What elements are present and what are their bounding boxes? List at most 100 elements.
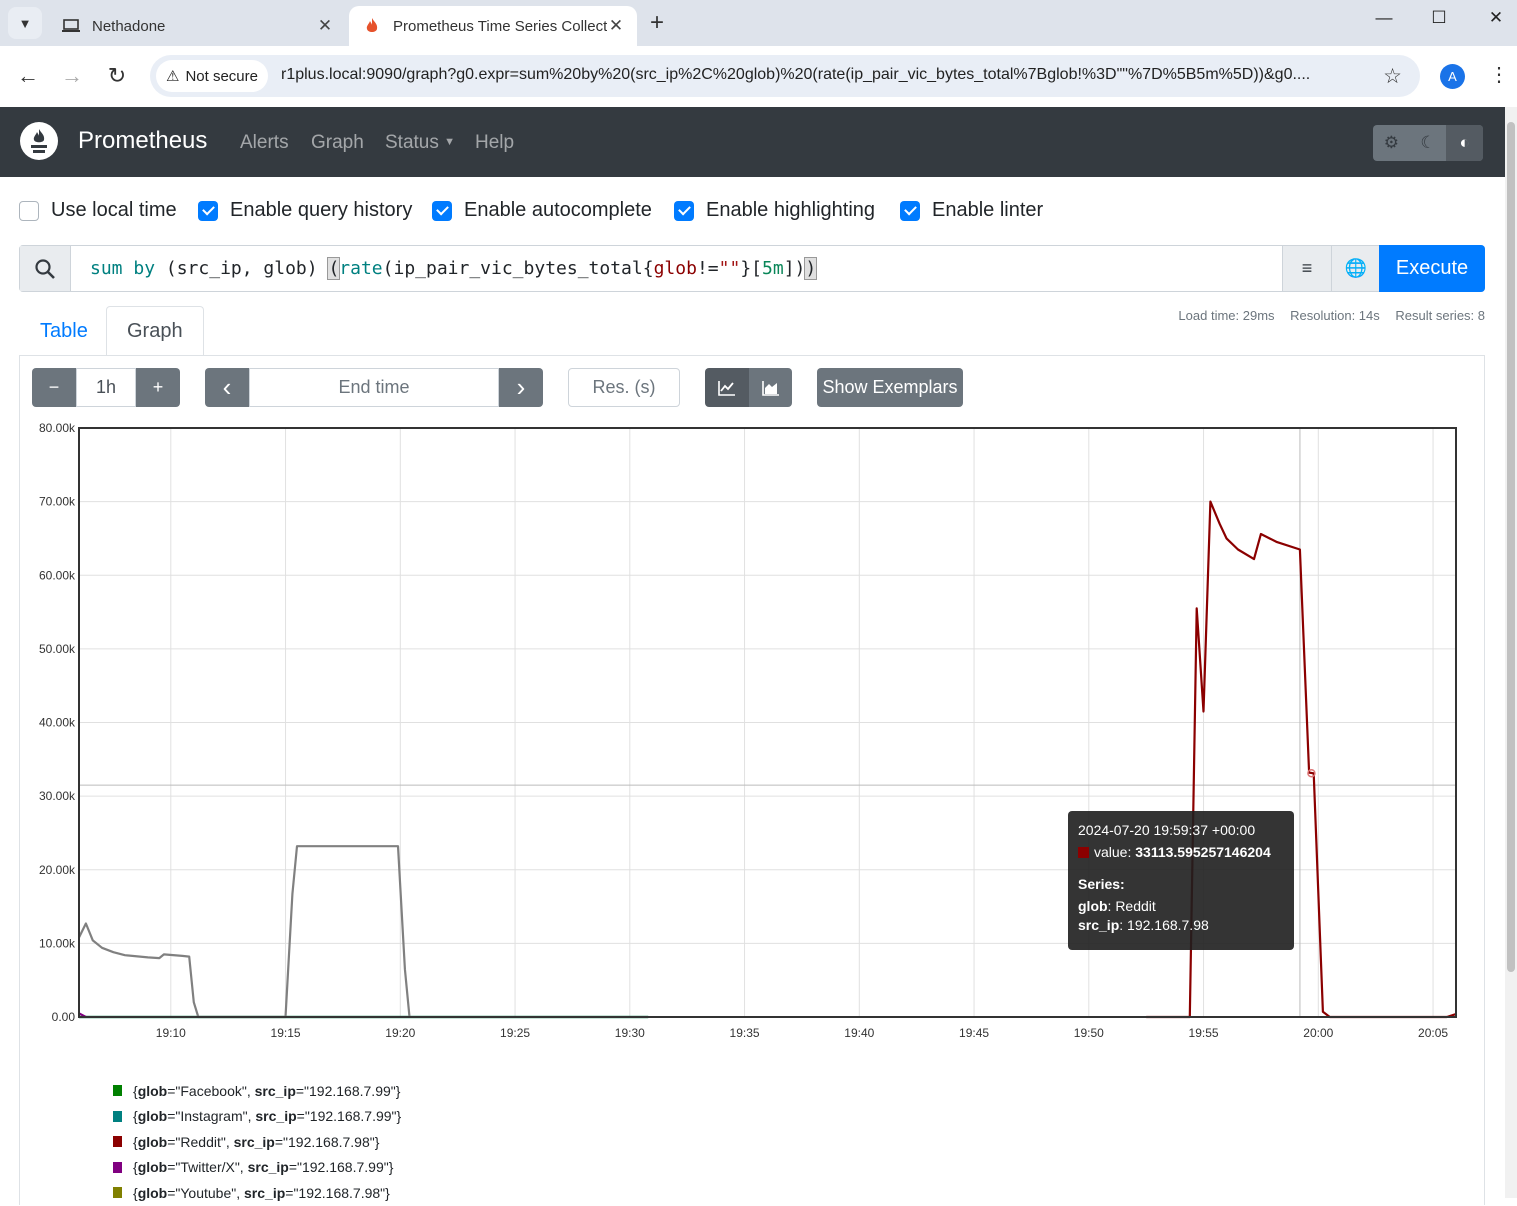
series-swatch bbox=[113, 1161, 122, 1173]
profile-avatar[interactable]: A bbox=[1440, 64, 1465, 89]
site-info-chip[interactable]: ⚠ Not secure bbox=[156, 60, 268, 92]
close-icon[interactable]: ✕ bbox=[607, 16, 625, 36]
line-chart-icon[interactable] bbox=[705, 368, 749, 407]
series-line bbox=[78, 845, 411, 1019]
legend-label: {glob="Reddit", src_ip="192.168.7.98"} bbox=[133, 1133, 380, 1150]
brand-title[interactable]: Prometheus bbox=[78, 127, 207, 155]
url-text[interactable]: r1plus.local:9090/graph?g0.expr=sum%20by… bbox=[281, 66, 1373, 84]
caret-down-icon: ▼ bbox=[444, 136, 456, 148]
option-label: Enable linter bbox=[932, 199, 1044, 221]
tooltip-time: 2024-07-20 19:59:37 +00:00 bbox=[1078, 822, 1256, 838]
series-swatch bbox=[113, 1110, 122, 1122]
y-tick-label: 30.00k bbox=[39, 789, 76, 803]
warning-icon: ⚠ bbox=[166, 68, 180, 85]
option-linter[interactable]: Enable linter bbox=[900, 199, 1043, 222]
page-scrollbar[interactable] bbox=[1505, 107, 1517, 1198]
laptop-icon bbox=[60, 16, 82, 36]
metrics-explorer-icon[interactable]: 🌐 bbox=[1331, 246, 1380, 291]
expression-input[interactable]: sum by (src_ip, glob) (rate(ip_pair_vic_… bbox=[90, 257, 818, 280]
query-stats: Load time: 29ms Resolution: 14s Result s… bbox=[1166, 308, 1485, 323]
range-input[interactable]: 1h bbox=[76, 368, 136, 407]
resolution-input[interactable]: Res. (s) bbox=[568, 368, 680, 407]
browser-menu-icon[interactable]: ⋮ bbox=[1489, 62, 1509, 87]
checkbox[interactable] bbox=[674, 200, 694, 221]
tab-table[interactable]: Table bbox=[20, 306, 108, 356]
nav-alerts[interactable]: Alerts bbox=[240, 132, 289, 154]
minimize-button[interactable]: — bbox=[1364, 8, 1404, 28]
series-heading-text: Series: bbox=[1078, 876, 1125, 892]
new-tab-button[interactable]: + bbox=[650, 10, 664, 36]
end-time-input[interactable]: End time bbox=[249, 368, 499, 407]
legend-item[interactable]: {glob="Twitter/X", src_ip="192.168.7.99"… bbox=[113, 1155, 401, 1181]
decrease-range-button[interactable]: − bbox=[32, 368, 76, 407]
y-tick-label: 60.00k bbox=[39, 568, 76, 582]
label-value: : 192.168.7.98 bbox=[1119, 917, 1209, 933]
tab-search-button[interactable]: ▼ bbox=[8, 7, 42, 39]
close-icon[interactable]: ✕ bbox=[316, 16, 334, 36]
tab-title: Prometheus Time Series Collect bbox=[393, 17, 607, 35]
format-expression-icon[interactable]: ≡ bbox=[1282, 246, 1331, 291]
legend-item[interactable]: {glob="Facebook", src_ip="192.168.7.99"} bbox=[113, 1078, 401, 1104]
option-highlighting[interactable]: Enable highlighting bbox=[674, 199, 875, 222]
tooltip-label-glob: glob: Reddit bbox=[1078, 898, 1284, 917]
legend-item[interactable]: {glob="Reddit", src_ip="192.168.7.98"} bbox=[113, 1129, 401, 1155]
x-tick-label: 20:05 bbox=[1418, 1026, 1448, 1040]
x-tick-label: 19:15 bbox=[271, 1026, 301, 1040]
expression-input-group: sum by (src_ip, glob) (rate(ip_pair_vic_… bbox=[19, 245, 1485, 292]
stacked-chart-icon[interactable] bbox=[749, 368, 792, 407]
maximize-button[interactable]: ☐ bbox=[1419, 8, 1459, 28]
time-series-chart[interactable]: 0.00 10.00k 20.00k 30.00k 40.00k 50.00k 60.00k… bbox=[20, 418, 1470, 1048]
nav-graph[interactable]: Graph bbox=[311, 132, 364, 154]
back-arrow-icon[interactable]: ← bbox=[12, 60, 44, 92]
legend-item[interactable]: {glob="Instagram", src_ip="192.168.7.99"… bbox=[113, 1104, 401, 1130]
contrast-icon[interactable]: ◐ bbox=[1446, 125, 1484, 161]
prometheus-logo-icon[interactable] bbox=[20, 122, 58, 160]
scrollbar-thumb[interactable] bbox=[1507, 122, 1515, 972]
x-tick-label: 19:45 bbox=[959, 1026, 989, 1040]
label-key: glob bbox=[1078, 898, 1108, 914]
moon-icon[interactable]: ☾ bbox=[1410, 125, 1447, 161]
tab-title: Nethadone bbox=[92, 17, 166, 35]
checkbox[interactable] bbox=[19, 200, 39, 221]
browser-tab-nethadone[interactable]: Nethadone ✕ bbox=[48, 6, 346, 46]
tooltip-label-src-ip: src_ip: 192.168.7.98 bbox=[1078, 917, 1284, 936]
option-use-local-time[interactable]: Use local time bbox=[19, 199, 177, 222]
previous-time-button[interactable]: ‹ bbox=[205, 368, 249, 407]
label-key: src_ip bbox=[1078, 917, 1120, 933]
checkbox[interactable] bbox=[198, 200, 218, 221]
bookmark-star-icon[interactable]: ☆ bbox=[1383, 64, 1402, 89]
x-tick-label: 20:00 bbox=[1303, 1026, 1333, 1040]
tab-graph[interactable]: Graph bbox=[106, 306, 204, 356]
reload-icon[interactable]: ↻ bbox=[101, 60, 133, 92]
legend-item[interactable]: {glob="Youtube", src_ip="192.168.7.98"} bbox=[113, 1180, 401, 1206]
next-time-button[interactable]: › bbox=[499, 368, 543, 407]
nav-help[interactable]: Help bbox=[475, 132, 514, 154]
legend-label: {glob="Youtube", src_ip="192.168.7.98"} bbox=[133, 1184, 390, 1201]
prometheus-navbar: Prometheus Alerts Graph Status ▼ Help ⚙ … bbox=[0, 107, 1505, 177]
security-label: Not secure bbox=[185, 67, 258, 85]
label-value: : Reddit bbox=[1107, 898, 1156, 914]
browser-tab-prometheus[interactable]: Prometheus Time Series Collect ✕ bbox=[349, 6, 637, 46]
option-query-history[interactable]: Enable query history bbox=[198, 199, 412, 222]
show-exemplars-button[interactable]: Show Exemplars bbox=[817, 368, 963, 407]
option-label: Use local time bbox=[51, 199, 177, 221]
y-tick-label: 20.00k bbox=[39, 863, 76, 877]
browser-toolbar: ← → ↻ ⚠ Not secure r1plus.local:9090/gra… bbox=[0, 46, 1517, 107]
nav-status[interactable]: Status ▼ bbox=[385, 132, 455, 154]
x-tick-label: 19:30 bbox=[615, 1026, 645, 1040]
sun-icon[interactable]: ⚙ bbox=[1373, 125, 1410, 161]
checkbox[interactable] bbox=[432, 200, 452, 221]
increase-range-button[interactable]: + bbox=[136, 368, 180, 407]
close-window-button[interactable]: ✕ bbox=[1476, 8, 1516, 28]
x-tick-label: 19:35 bbox=[730, 1026, 760, 1040]
x-tick-label: 19:50 bbox=[1074, 1026, 1104, 1040]
forward-arrow-icon[interactable]: → bbox=[56, 60, 88, 92]
nav-status-label: Status bbox=[385, 132, 439, 153]
y-tick-label: 50.00k bbox=[39, 642, 76, 656]
option-autocomplete[interactable]: Enable autocomplete bbox=[432, 199, 652, 222]
result-series: Result series: 8 bbox=[1395, 308, 1485, 323]
series-swatch bbox=[113, 1136, 122, 1148]
checkbox[interactable] bbox=[900, 200, 920, 221]
address-bar[interactable]: ⚠ Not secure r1plus.local:9090/graph?g0.… bbox=[150, 55, 1420, 97]
execute-button[interactable]: Execute bbox=[1379, 245, 1485, 292]
